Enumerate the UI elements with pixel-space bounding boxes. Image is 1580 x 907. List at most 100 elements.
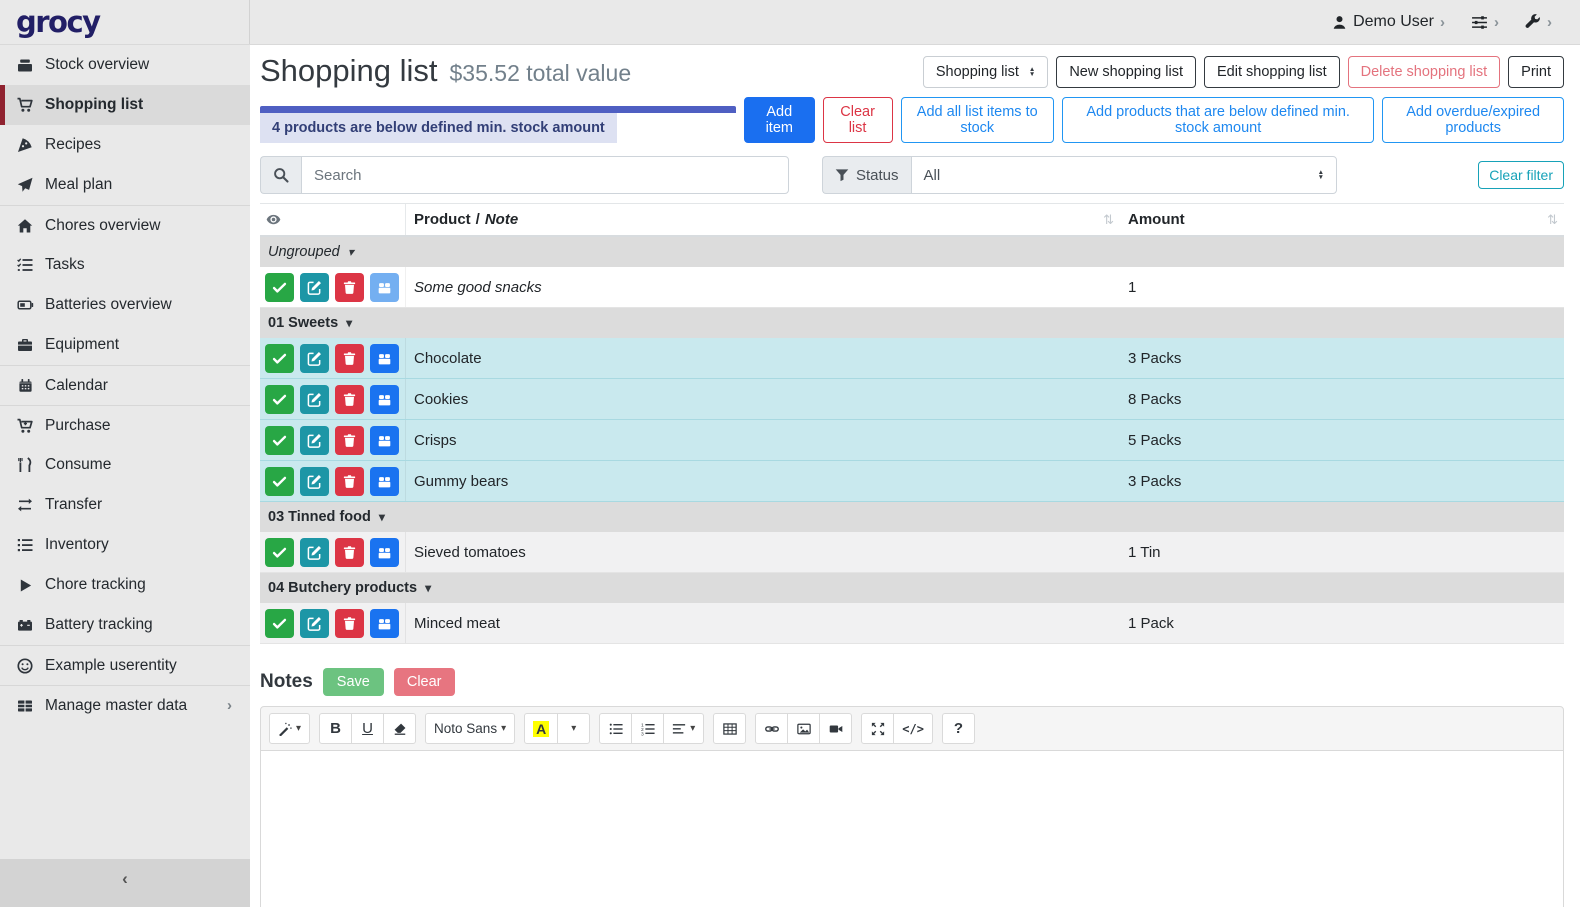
help-button[interactable]: ? (942, 713, 975, 744)
bold-button[interactable]: B (319, 713, 352, 744)
underline-button[interactable]: U (351, 713, 384, 744)
delete-item-button[interactable] (335, 385, 364, 414)
font-family-select[interactable]: Noto Sans▾ (425, 713, 515, 744)
clear-formatting-button[interactable] (383, 713, 416, 744)
fullscreen-button[interactable] (861, 713, 894, 744)
sidebar-item-stock-overview[interactable]: Stock overview (0, 45, 250, 85)
unordered-list-button[interactable] (599, 713, 632, 744)
sort-icon[interactable]: ⇅ (1547, 212, 1558, 228)
paragraph-align-button[interactable]: ▾ (663, 713, 704, 744)
mark-done-button[interactable] (265, 385, 294, 414)
sidebar-item-manage-master-data[interactable]: Manage master data› (0, 685, 250, 725)
sidebar-item-purchase[interactable]: Purchase (0, 405, 250, 445)
mark-done-button[interactable] (265, 273, 294, 302)
add-item-button[interactable]: Add item (744, 97, 815, 143)
car-battery-icon (14, 617, 36, 633)
sidebar-item-batteries-overview[interactable]: Batteries overview (0, 285, 250, 325)
add-to-stock-button[interactable] (370, 273, 399, 302)
mark-done-button[interactable] (265, 609, 294, 638)
shopping-list-select[interactable]: Shopping list ▲▼ (923, 56, 1048, 88)
edit-item-button[interactable] (300, 273, 329, 302)
new-shopping-list-button[interactable]: New shopping list (1056, 56, 1196, 88)
add-to-stock-button[interactable] (370, 538, 399, 567)
add-to-stock-button[interactable] (370, 344, 399, 373)
font-color-dropdown[interactable]: ▾ (557, 713, 590, 744)
sidebar-item-tasks[interactable]: Tasks (0, 245, 250, 285)
sidebar-item-battery-tracking[interactable]: Battery tracking (0, 605, 250, 645)
insert-picture-button[interactable] (787, 713, 820, 744)
insert-link-button[interactable] (755, 713, 788, 744)
sort-icon[interactable]: ⇅ (1103, 212, 1114, 228)
table-icon (14, 698, 36, 714)
unordered-list-icon (609, 722, 623, 736)
edit-item-button[interactable] (300, 538, 329, 567)
mark-done-button[interactable] (265, 344, 294, 373)
user-menu[interactable]: Demo User › (1332, 13, 1445, 31)
style-magic-button[interactable]: ▾ (269, 713, 310, 744)
sidebar-item-shopping-list[interactable]: Shopping list (0, 85, 250, 125)
sidebar-item-consume[interactable]: Consume (0, 445, 250, 485)
insert-table-button[interactable] (713, 713, 746, 744)
edit-item-button[interactable] (300, 467, 329, 496)
delete-item-button[interactable] (335, 467, 364, 496)
edit-item-button[interactable] (300, 344, 329, 373)
sidebar-item-calendar[interactable]: Calendar (0, 365, 250, 405)
add-to-stock-button[interactable] (370, 609, 399, 638)
sidebar-item-recipes[interactable]: Recipes (0, 125, 250, 165)
editor-content-area[interactable] (260, 751, 1564, 907)
insert-video-button[interactable] (819, 713, 852, 744)
grocy-logo[interactable]: grocy (16, 8, 100, 37)
item-amount: 3 Packs (1120, 461, 1564, 501)
delete-item-button[interactable] (335, 538, 364, 567)
group-header-sweets[interactable]: 01 Sweets▾ (260, 308, 1564, 338)
sidebar-item-inventory[interactable]: Inventory (0, 525, 250, 565)
sidebar-item-chores-overview[interactable]: Chores overview (0, 205, 250, 245)
add-to-stock-button[interactable] (370, 385, 399, 414)
sidebar-item-equipment[interactable]: Equipment (0, 325, 250, 365)
eye-icon[interactable] (266, 212, 281, 227)
mark-done-button[interactable] (265, 467, 294, 496)
add-below-min-stock-button[interactable]: Add products that are below defined min.… (1062, 97, 1374, 143)
mark-done-button[interactable] (265, 426, 294, 455)
edit-item-button[interactable] (300, 426, 329, 455)
admin-menu[interactable]: › (1525, 14, 1552, 31)
settings-menu[interactable]: › (1471, 14, 1499, 31)
group-header-ungrouped[interactable]: Ungrouped▾ (260, 237, 1564, 267)
sidebar-item-meal-plan[interactable]: Meal plan (0, 165, 250, 205)
amount-column-header[interactable]: Amount ⇅ (1120, 204, 1564, 235)
font-color-button[interactable]: A (524, 713, 558, 744)
list-icon (14, 537, 36, 553)
clear-filter-button[interactable]: Clear filter (1478, 161, 1564, 189)
delete-item-button[interactable] (335, 344, 364, 373)
notes-clear-button[interactable]: Clear (394, 668, 455, 696)
print-button[interactable]: Print (1508, 56, 1564, 88)
add-overdue-button[interactable]: Add overdue/expired products (1382, 97, 1564, 143)
delete-item-button[interactable] (335, 609, 364, 638)
min-stock-alert[interactable]: 4 products are below defined min. stock … (260, 106, 736, 143)
delete-shopping-list-button[interactable]: Delete shopping list (1348, 56, 1501, 88)
sidebar-collapse-button[interactable]: ‹ (0, 859, 250, 907)
person-icon (1332, 15, 1347, 30)
edit-shopping-list-button[interactable]: Edit shopping list (1204, 56, 1340, 88)
delete-item-button[interactable] (335, 426, 364, 455)
sidebar-item-example-userentity[interactable]: Example userentity (0, 645, 250, 685)
sidebar-item-transfer[interactable]: Transfer (0, 485, 250, 525)
delete-item-button[interactable] (335, 273, 364, 302)
sidebar-item-chore-tracking[interactable]: Chore tracking (0, 565, 250, 605)
group-header-tinned-food[interactable]: 03 Tinned food▾ (260, 502, 1564, 532)
clear-list-button[interactable]: Clear list (823, 97, 893, 143)
add-to-stock-button[interactable] (370, 426, 399, 455)
status-select[interactable]: All ▲▼ (911, 156, 1337, 194)
mark-done-button[interactable] (265, 538, 294, 567)
add-to-stock-button[interactable] (370, 467, 399, 496)
add-all-items-button[interactable]: Add all list items to stock (901, 97, 1054, 143)
search-input[interactable] (301, 156, 789, 194)
group-header-butchery-products[interactable]: 04 Butchery products▾ (260, 573, 1564, 603)
edit-item-button[interactable] (300, 385, 329, 414)
product-column-header[interactable]: Product/Note ⇅ (406, 204, 1120, 235)
notes-save-button[interactable]: Save (323, 668, 384, 696)
edit-item-button[interactable] (300, 609, 329, 638)
caret-down-icon: ▾ (379, 510, 385, 524)
ordered-list-button[interactable] (631, 713, 664, 744)
code-view-button[interactable]: </> (893, 713, 933, 744)
